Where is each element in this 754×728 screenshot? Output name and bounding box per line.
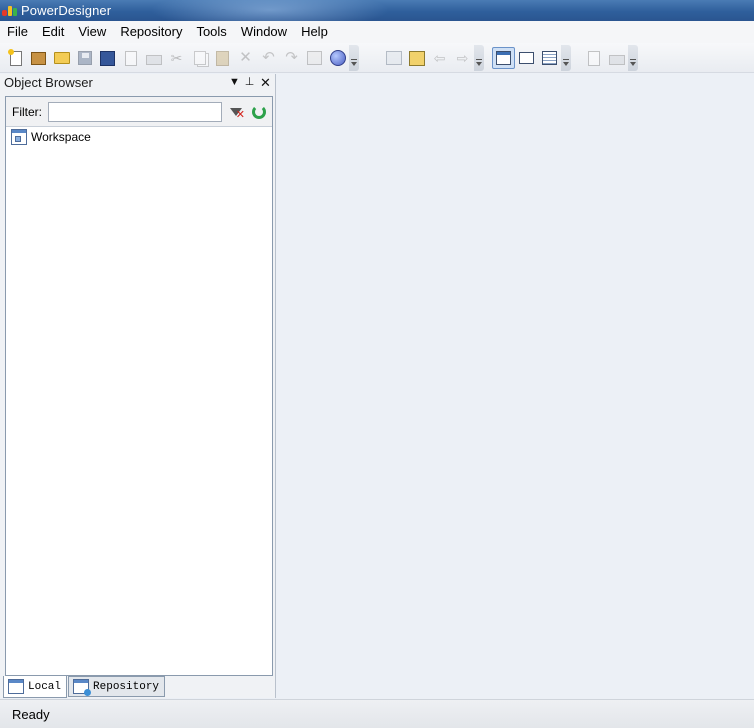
save-all-icon	[100, 50, 115, 66]
object-browser-title: Object Browser	[4, 75, 93, 90]
tree-item-label: Workspace	[31, 130, 91, 144]
new-button[interactable]	[4, 47, 27, 69]
result-list-button[interactable]	[538, 47, 561, 69]
check-model-icon	[329, 50, 346, 66]
new-icon	[7, 48, 22, 66]
status-text: Ready	[12, 706, 50, 722]
filter-bar: Filter: ✕	[6, 97, 272, 127]
redo-button[interactable]: ↷	[280, 47, 303, 69]
cut-button[interactable]: ✂	[165, 47, 188, 69]
tab-repository[interactable]: Repository	[68, 676, 166, 697]
output-button[interactable]	[515, 47, 538, 69]
previous-button[interactable]: ⇦	[428, 47, 451, 69]
workspace-icon	[11, 129, 27, 145]
filter-label: Filter:	[12, 104, 42, 119]
object-browser-body: Filter: ✕ Workspace	[5, 96, 273, 676]
print-icon	[145, 55, 162, 65]
print-preview-2-button[interactable]	[582, 47, 605, 69]
delete-button[interactable]: ✕	[234, 47, 257, 69]
panel-dropdown-icon[interactable]: ▼	[227, 74, 242, 91]
paste-button[interactable]	[211, 47, 234, 69]
next-button[interactable]: ⇨	[451, 47, 474, 69]
paste-icon	[216, 50, 229, 66]
open-button[interactable]	[50, 47, 73, 69]
repository-tab-icon	[73, 679, 92, 696]
print-preview-2-icon	[587, 50, 600, 66]
title-bar: PowerDesigner	[0, 0, 754, 21]
refresh-button[interactable]	[250, 103, 268, 121]
redo-icon: ↷	[285, 49, 298, 66]
generate-icon	[385, 51, 402, 65]
copy-icon	[193, 51, 206, 65]
next-icon: ⇨	[456, 50, 469, 66]
reverse-engineer-button[interactable]	[405, 47, 428, 69]
toolbar-overflow-chevron[interactable]	[349, 45, 359, 71]
menu-bar: File Edit View Repository Tools Window H…	[0, 21, 754, 43]
print-preview-button[interactable]	[119, 47, 142, 69]
object-browser-button[interactable]	[492, 47, 515, 69]
toolbar: ✂ ✕ ↶ ↷ ⇦ ⇨	[0, 43, 754, 73]
properties-button[interactable]	[303, 47, 326, 69]
copy-button[interactable]	[188, 47, 211, 69]
save-all-button[interactable]	[96, 47, 119, 69]
result-list-icon	[542, 51, 557, 65]
object-browser-panel: Object Browser ▼ ⊥ ✕ Filter: ✕ Workspace…	[0, 74, 276, 698]
new-project-icon	[31, 51, 46, 65]
toolbar-overflow-chevron[interactable]	[628, 45, 638, 71]
print-2-button[interactable]	[605, 47, 628, 69]
toolbar-model: ⇦ ⇨	[378, 45, 484, 71]
toolbar-print	[578, 45, 638, 71]
refresh-icon	[252, 104, 266, 119]
menu-help[interactable]: Help	[297, 21, 332, 43]
print-button[interactable]	[142, 47, 165, 69]
menu-tools[interactable]: Tools	[192, 21, 230, 43]
powerdesigner-app-icon[interactable]	[2, 4, 18, 18]
save-icon	[77, 51, 92, 65]
menu-view[interactable]: View	[74, 21, 110, 43]
menu-edit[interactable]: Edit	[38, 21, 68, 43]
cut-icon: ✂	[170, 50, 183, 66]
toolbar-view	[488, 45, 571, 71]
print-2-icon	[608, 55, 625, 65]
menu-repository[interactable]: Repository	[116, 21, 186, 43]
pin-icon[interactable]: ⊥	[242, 74, 257, 91]
local-tab-icon	[8, 679, 24, 694]
generate-button[interactable]	[382, 47, 405, 69]
reverse-engineer-icon	[408, 50, 425, 66]
close-icon[interactable]: ✕	[258, 74, 273, 91]
undo-button[interactable]: ↶	[257, 47, 280, 69]
toolbar-overflow-chevron[interactable]	[561, 45, 571, 71]
properties-icon	[307, 51, 322, 65]
object-tree: Workspace	[6, 128, 272, 146]
tree-item-workspace[interactable]: Workspace	[6, 128, 272, 146]
output-icon	[519, 52, 534, 64]
clear-x-icon: ✕	[235, 108, 245, 121]
object-browser-icon	[496, 51, 511, 65]
clear-filter-button[interactable]: ✕	[227, 103, 245, 121]
menu-window[interactable]: Window	[237, 21, 291, 43]
new-project-button[interactable]	[27, 47, 50, 69]
window-title: PowerDesigner	[21, 3, 112, 18]
delete-icon: ✕	[239, 49, 252, 66]
print-preview-icon	[124, 50, 137, 66]
open-icon	[53, 52, 70, 64]
filter-input[interactable]	[48, 101, 222, 122]
undo-icon: ↶	[262, 49, 275, 66]
save-button[interactable]	[73, 47, 96, 69]
tab-local[interactable]: Local	[3, 676, 68, 698]
tab-repository-label: Repository	[93, 680, 160, 693]
status-bar: Ready	[0, 699, 754, 728]
workspace-area[interactable]	[277, 74, 754, 698]
menu-file[interactable]: File	[3, 21, 32, 43]
toolbar-overflow-chevron[interactable]	[474, 45, 484, 71]
object-browser-tabs: Local Repository	[3, 676, 166, 698]
check-model-button[interactable]	[326, 47, 349, 69]
tab-local-label: Local	[28, 680, 62, 693]
toolbar-standard: ✂ ✕ ↶ ↷	[0, 45, 359, 71]
previous-icon: ⇦	[433, 50, 446, 66]
title-glow	[150, 0, 390, 21]
